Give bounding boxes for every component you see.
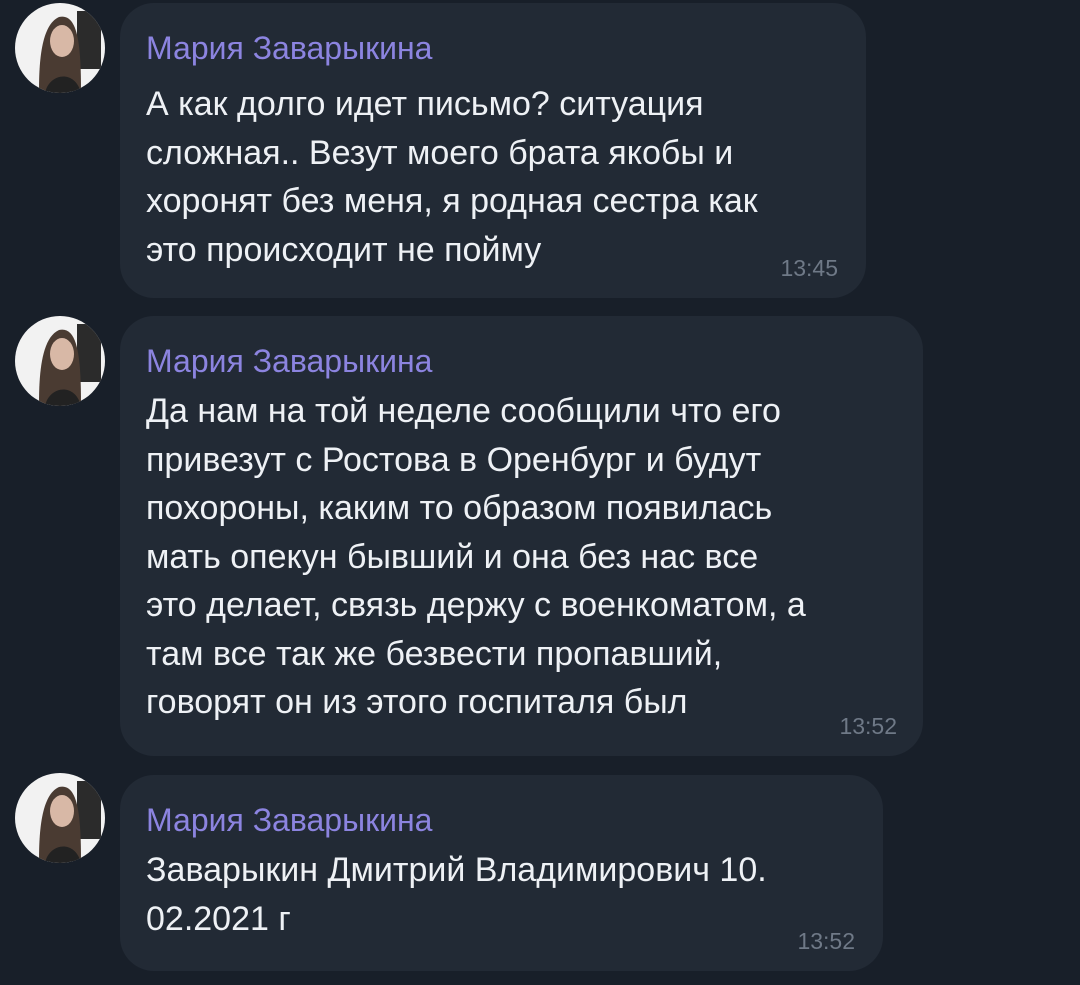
message-text: Да нам на той неделе сообщили что его пр… [146, 387, 806, 727]
message-line: похороны, каким то образом появилась [146, 489, 773, 527]
message-line: это происходит не пойму [146, 230, 542, 269]
sender-name[interactable]: Мария Заварыкина [146, 802, 432, 839]
sender-name[interactable]: Мария Заварыкина [146, 30, 432, 67]
message-time: 13:52 [797, 928, 855, 954]
message-line: привезут с Ростова в Оренбург и будут [146, 440, 762, 479]
message-time: 13:52 [839, 713, 897, 739]
message-time: 13:45 [780, 255, 838, 281]
avatar-photo-icon [15, 316, 105, 406]
avatar-photo-icon [15, 3, 105, 93]
message-line: 02.2021 г [146, 899, 291, 938]
message-line: А как долго идет письмо? ситуация [146, 85, 704, 123]
avatar[interactable] [15, 3, 105, 93]
message-line: это делает, связь держу с военкоматом, а [146, 586, 806, 624]
message-line: сложная.. Везут моего брата якобы и [146, 133, 734, 172]
avatar[interactable] [15, 773, 105, 863]
message-line: там все так же безвести пропавший, [146, 634, 723, 673]
avatar[interactable] [15, 316, 105, 406]
message-line: мать опекун бывший и она без нас все [146, 537, 759, 576]
sender-name[interactable]: Мария Заварыкина [146, 343, 432, 380]
message-line: хоронят без меня, я родная сестра как [146, 182, 758, 220]
message-line: Да нам на той неделе сообщили что его [146, 392, 781, 430]
message-bubble: Мария Заварыкина А как долго идет письмо… [120, 3, 866, 298]
message-text: Заварыкин Дмитрий Владимирович 10. 02.20… [146, 846, 767, 943]
avatar-photo-icon [15, 773, 105, 863]
message-text: А как долго идет письмо? ситуация сложна… [146, 80, 758, 274]
message-bubble: Мария Заварыкина Да нам на той неделе со… [120, 316, 923, 756]
message-line: Заварыкин Дмитрий Владимирович 10. [146, 851, 767, 889]
message-bubble: Мария Заварыкина Заварыкин Дмитрий Влади… [120, 775, 883, 971]
message-line: говорят он из этого госпиталя был [146, 683, 688, 721]
